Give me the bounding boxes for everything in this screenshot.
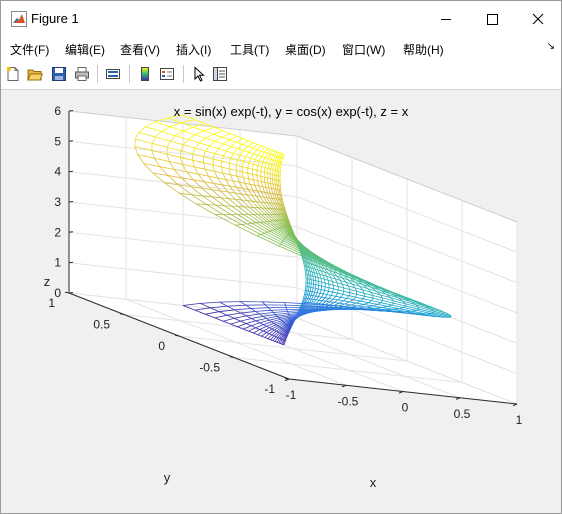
y-tick-label: -1 xyxy=(264,382,275,396)
menu-bar: 文件(F) 编辑(E) 查看(V) 插入(I) 工具(T) 桌面(D) 窗口(W… xyxy=(1,37,561,59)
z-tick xyxy=(68,170,74,173)
y-tick-label: 0 xyxy=(158,339,165,353)
x-tick-label: -1 xyxy=(286,388,297,402)
figure-toolbar xyxy=(1,59,561,90)
mesh-segment xyxy=(269,169,271,174)
plot-area[interactable]: -1 -0.5 0 0.5 1-1-0.500.510123456xyz x = sin… xyxy=(1,89,561,513)
z-tick-label: 2 xyxy=(54,225,61,239)
menu-file[interactable]: 文件(F) xyxy=(10,41,49,58)
mesh-segment xyxy=(383,310,396,312)
menu-edit[interactable]: 编辑(E) xyxy=(65,41,105,58)
z-tick xyxy=(68,231,74,233)
print-icon[interactable] xyxy=(74,66,90,82)
z-tick xyxy=(68,292,74,294)
y-tick-label: -0.5 xyxy=(199,361,220,375)
axes-box xyxy=(64,110,518,407)
maximize-icon xyxy=(487,14,498,25)
pointer-icon[interactable] xyxy=(191,66,207,82)
mesh-segment xyxy=(181,119,195,124)
maximize-button[interactable] xyxy=(469,1,515,37)
save-icon[interactable] xyxy=(51,66,67,82)
property-inspector-icon[interactable] xyxy=(212,66,228,82)
toolbar-separator xyxy=(129,65,130,83)
x-tick-label: 0 xyxy=(402,401,409,415)
z-tick-label: 6 xyxy=(54,104,61,118)
mesh-segment xyxy=(317,285,320,290)
close-button[interactable] xyxy=(515,1,561,37)
x-axis-label: x xyxy=(370,475,377,490)
x-tick xyxy=(341,384,347,388)
mesh-segment xyxy=(219,301,241,303)
colorbar-icon[interactable] xyxy=(137,66,153,82)
menu-overflow-icon[interactable]: ↘ xyxy=(547,41,555,52)
menu-desktop[interactable]: 桌面(D) xyxy=(285,41,326,58)
minimize-button[interactable] xyxy=(423,1,469,37)
z-tick-label: 5 xyxy=(54,134,61,148)
menu-help[interactable]: 帮助(H) xyxy=(403,41,444,58)
z-tick xyxy=(68,261,74,264)
mesh-segment xyxy=(304,286,307,291)
z-tick xyxy=(68,140,74,142)
menu-window[interactable]: 窗口(W) xyxy=(342,41,385,58)
mesh-segment xyxy=(448,316,452,318)
toolbar-separator xyxy=(97,65,98,83)
menu-tools[interactable]: 工具(T) xyxy=(230,41,269,58)
z-tick-label: 3 xyxy=(54,195,61,209)
z-axis-label: z xyxy=(44,274,51,289)
open-file-icon[interactable] xyxy=(27,66,43,82)
matlab-icon xyxy=(11,11,27,27)
menu-view[interactable]: 查看(V) xyxy=(120,41,160,58)
y-axis-label: y xyxy=(164,470,171,485)
menu-insert[interactable]: 插入(I) xyxy=(176,41,211,58)
z-tick-label: 1 xyxy=(54,256,61,270)
x-tick-label: -0.5 xyxy=(338,394,359,408)
y-tick-label: 0.5 xyxy=(93,318,110,332)
legend-icon[interactable] xyxy=(159,66,175,82)
z-tick-label: 4 xyxy=(54,165,61,179)
title-bar[interactable]: Figure 1 xyxy=(1,1,561,37)
toolbar-separator xyxy=(183,65,184,83)
minimize-icon xyxy=(441,19,451,20)
figure-window: Figure 1 文件(F) 编辑(E) 查看(V) 插入(I) 工具(T) 桌… xyxy=(0,0,562,514)
x-tick xyxy=(455,397,461,400)
z-tick-label: 0 xyxy=(54,286,61,300)
x-tick-label: 0.5 xyxy=(454,407,471,421)
y-tick xyxy=(64,291,70,294)
window-title: Figure 1 xyxy=(31,11,79,26)
close-icon xyxy=(532,13,544,25)
x-tick-label: 1 xyxy=(516,413,523,427)
link-plot-icon[interactable] xyxy=(105,66,121,82)
z-tick xyxy=(68,110,74,112)
mesh-segment xyxy=(266,177,269,183)
mesh-segment xyxy=(365,307,375,310)
z-tick xyxy=(68,201,74,203)
new-figure-icon[interactable] xyxy=(5,66,21,82)
chart-title: x = sin(x) exp(-t), y = cos(x) exp(-t), … xyxy=(174,104,409,119)
mesh-segment xyxy=(312,276,314,281)
